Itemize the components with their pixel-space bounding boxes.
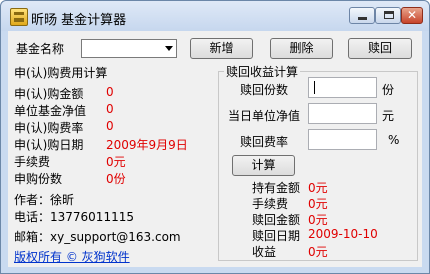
maximize-button[interactable]	[375, 7, 401, 24]
purchase-group-title: 申(认)购费用计算	[14, 66, 108, 80]
redeem-amount-value: 0元	[308, 213, 328, 227]
redeem-button[interactable]: 赎回	[348, 38, 412, 59]
calculate-button[interactable]: 计算	[232, 155, 295, 176]
redeem-nav-input[interactable]	[308, 103, 377, 124]
app-window: 昕旸 基金计算器 ✕ 基金名称 新增 删除 赎回 申(认)购费用计算 申(认)购…	[0, 0, 430, 274]
nav-value: 0	[106, 102, 114, 116]
author-text: 作者：徐昕	[14, 193, 75, 207]
nav-label: 单位基金净值	[14, 104, 87, 118]
fund-name-select[interactable]	[81, 39, 177, 58]
redeem-rate-label: 赎回费率	[240, 135, 289, 149]
redeem-date-label: 赎回日期	[252, 229, 301, 243]
shares-unit: 份	[382, 83, 395, 97]
close-icon: ✕	[406, 8, 418, 22]
purchase-amount-label: 申(认)购金额	[14, 87, 84, 101]
redeem-fee-value: 0元	[308, 197, 328, 211]
purchase-amount-value: 0	[106, 85, 114, 99]
holding-value: 0元	[308, 181, 328, 195]
close-button[interactable]: ✕	[401, 7, 423, 24]
nav-unit: 元	[382, 109, 395, 123]
profit-value: 0元	[308, 245, 328, 259]
window-title: 昕旸 基金计算器	[31, 13, 127, 28]
purchase-fee-value: 0元	[106, 155, 126, 169]
redeem-group-title: 赎回收益计算	[224, 63, 301, 80]
profit-label: 收益	[252, 245, 277, 259]
rate-unit: %	[388, 133, 400, 147]
chevron-down-icon[interactable]	[165, 46, 173, 51]
purchase-fee-label: 手续费	[14, 155, 51, 169]
copyright-link[interactable]: 版权所有 © 灰狗软件	[14, 248, 130, 265]
redeem-rate-input[interactable]	[308, 129, 377, 150]
purchase-date-label: 申(认)购日期	[14, 138, 84, 152]
purchase-rate-value: 0	[106, 119, 114, 133]
redeem-shares-label: 赎回份数	[240, 83, 289, 97]
title-bar[interactable]: 昕旸 基金计算器 ✕	[1, 1, 429, 31]
delete-button[interactable]: 删除	[270, 38, 333, 59]
maximize-icon	[384, 11, 394, 19]
add-button[interactable]: 新增	[190, 38, 253, 59]
fund-name-label: 基金名称	[16, 42, 65, 56]
email-text: 邮箱：xy_support@163.com	[14, 230, 181, 244]
text-caret	[314, 81, 315, 94]
redeem-date-value: 2009-10-10	[308, 227, 378, 241]
client-area: 基金名称 新增 删除 赎回 申(认)购费用计算 申(认)购金额 0 单位基金净值…	[8, 31, 422, 267]
minimize-button[interactable]	[349, 7, 375, 24]
redeem-fee-label: 手续费	[252, 197, 289, 211]
holding-label: 持有金额	[252, 181, 301, 195]
minimize-icon	[358, 17, 367, 20]
redeem-shares-input[interactable]	[308, 77, 377, 98]
purchase-shares-label: 申购份数	[14, 172, 63, 186]
purchase-date-value: 2009年9月9日	[106, 138, 188, 152]
redeem-nav-label: 当日单位净值	[228, 109, 301, 123]
calculator-app-icon	[10, 8, 28, 26]
redeem-amount-label: 赎回金额	[252, 213, 301, 227]
purchase-rate-label: 申(认)购费率	[14, 121, 84, 135]
purchase-shares-value: 0份	[106, 172, 126, 186]
phone-text: 电话：13776011115	[14, 210, 134, 224]
